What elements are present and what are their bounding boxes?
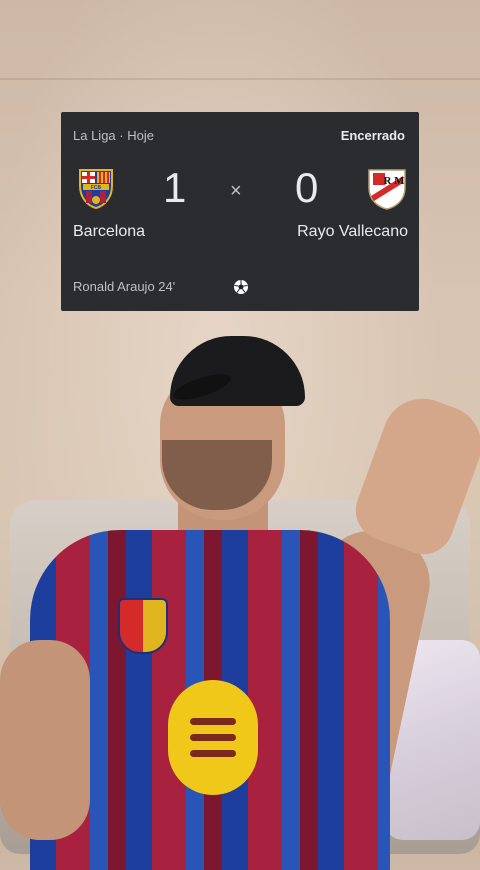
ceiling-edge	[0, 78, 480, 80]
match-score-card[interactable]: La Liga · Hoje Encerrado FCB 1 × 0 R M B…	[61, 112, 419, 311]
jersey-sponsor-icon	[168, 680, 258, 795]
jersey-crest-icon	[118, 598, 168, 654]
away-score: 0	[295, 164, 319, 211]
score-separator: ×	[230, 180, 242, 202]
person-video-frame	[0, 330, 480, 870]
home-team-name[interactable]: Barcelona	[73, 223, 145, 241]
sponsor-line	[190, 718, 236, 725]
soccer-ball-icon	[234, 280, 248, 294]
competition-label: La Liga · Hoje	[73, 128, 154, 143]
home-crest-text: FCB	[91, 185, 102, 191]
sponsor-line	[190, 750, 236, 757]
away-crest-text: R M	[383, 175, 405, 187]
sponsor-line	[190, 734, 236, 741]
goal-scorer: Ronald Araujo 24'	[73, 279, 176, 294]
away-team-name[interactable]: Rayo Vallecano	[297, 223, 408, 241]
barcelona-crest-icon: FCB	[79, 169, 113, 210]
rayo-vallecano-crest-icon: R M	[368, 169, 406, 210]
match-status: Encerrado	[340, 128, 405, 143]
lowered-arm	[0, 640, 90, 840]
home-score: 1	[163, 164, 187, 211]
